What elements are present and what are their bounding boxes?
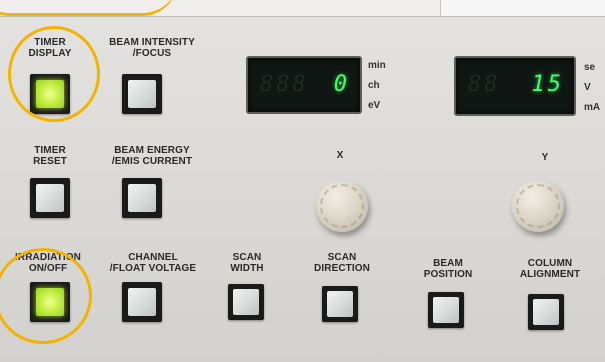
label-text-timer-reset: TIMER RESET [33, 145, 67, 167]
scan-width-button[interactable] [228, 284, 264, 320]
beam-intensity-button[interactable] [122, 74, 162, 114]
left-readout-value: 0 [333, 72, 350, 97]
timer-reset-label: TIMER RESET [20, 145, 80, 167]
beam-intensity-label: BEAM INTENSITY/FOCUS [98, 37, 206, 59]
right-unit-ma: mA [584, 102, 601, 113]
right-unit-v: V [584, 82, 591, 93]
scan-width-lamp [233, 289, 259, 315]
beam-position-button[interactable] [428, 292, 464, 328]
column-alignment-button[interactable] [528, 294, 564, 330]
y-knob-label: Y [541, 152, 549, 163]
left-unit-ev: eV [368, 100, 381, 111]
top-highlight-arc [0, 0, 178, 16]
label-text-scan-direction: SCAN DIRECTION [314, 252, 370, 274]
left-readout-ghost-segments: 888 [260, 72, 309, 97]
timer-reset-button[interactable] [30, 178, 70, 218]
channel-lamp [128, 288, 156, 316]
beam-position-lamp [433, 297, 459, 323]
beam-position-label: BEAM POSITION [416, 258, 480, 280]
x-adjust-knob[interactable] [316, 180, 368, 232]
label-text-channel: CHANNEL/FLOAT VOLTAGE [109, 252, 197, 274]
left-unit-min: min [368, 60, 386, 71]
label-text-beam-energy: BEAM ENERGY/EMIS CURRENT [111, 145, 193, 167]
x-knob-ridge [320, 184, 364, 228]
label-text-scan-width: SCAN WIDTH [230, 252, 264, 274]
scan-direction-label: SCAN DIRECTION [304, 252, 380, 274]
beam-energy-lamp [128, 184, 156, 212]
scan-direction-lamp [327, 291, 353, 317]
right-readout-display: 88 15 [454, 56, 576, 116]
beam-intensity-lamp [128, 80, 156, 108]
y-knob-ridge [516, 184, 560, 228]
label-text-column-alignment: COLUMN ALIGNMENT [519, 258, 581, 280]
right-unit-sec: se [584, 62, 596, 73]
channel-label: CHANNEL/FLOAT VOLTAGE [94, 252, 212, 274]
beam-energy-button[interactable] [122, 178, 162, 218]
irradiation-highlight-circle [0, 248, 92, 344]
x-knob-label: X [336, 150, 344, 161]
scan-width-label: SCAN WIDTH [222, 252, 272, 274]
timer-reset-lamp [36, 184, 64, 212]
column-alignment-label: COLUMN ALIGNMENT [510, 258, 590, 280]
right-readout-ghost-segments: 88 [468, 72, 501, 97]
label-text-beam-position: BEAM POSITION [423, 258, 473, 280]
control-panel: TIMER DISPLAY BEAM INTENSITY/FOCUS TIMER R… [0, 0, 605, 362]
left-unit-ch: ch [368, 80, 380, 91]
y-adjust-knob[interactable] [512, 180, 564, 232]
column-alignment-lamp [533, 299, 559, 325]
top-edge-shade [440, 0, 605, 16]
timer-display-highlight-circle [8, 26, 100, 122]
scan-direction-button[interactable] [322, 286, 358, 322]
right-readout-value: 15 [531, 72, 564, 97]
beam-energy-label: BEAM ENERGY/EMIS CURRENT [92, 145, 212, 167]
left-readout-display: 888 0 [246, 56, 362, 114]
channel-button[interactable] [122, 282, 162, 322]
label-text-beam-intensity: BEAM INTENSITY/FOCUS [109, 37, 195, 59]
